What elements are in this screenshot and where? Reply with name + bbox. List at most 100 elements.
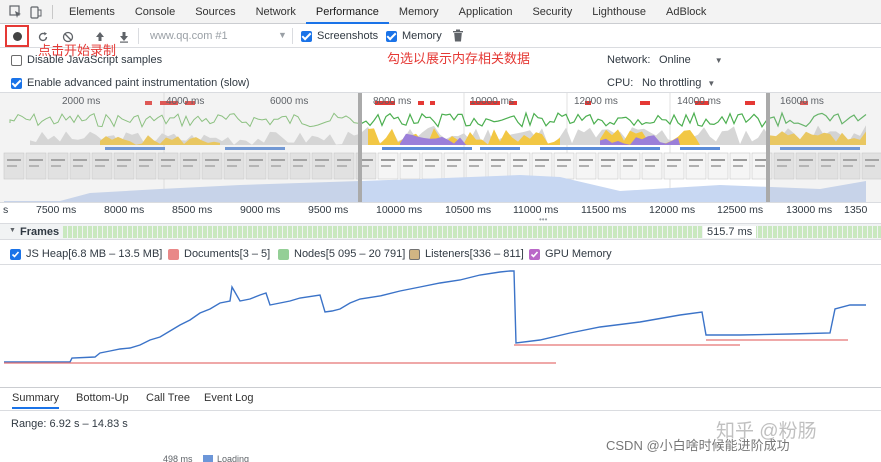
- recording-dropdown-icon[interactable]: ▼: [278, 30, 287, 40]
- frame-bar: [378, 226, 382, 238]
- tab-security[interactable]: Security: [522, 0, 582, 24]
- screenshot-thumbnail-content: [733, 165, 743, 167]
- memory-chart[interactable]: [0, 265, 881, 375]
- frame-bar: [633, 226, 637, 238]
- tab-performance[interactable]: Performance: [305, 0, 389, 24]
- tab-elements[interactable]: Elements: [59, 0, 125, 24]
- frame-bar: [268, 226, 272, 238]
- garbage-collect-icon[interactable]: [453, 29, 463, 45]
- legend-item[interactable]: Nodes[5 095 – 20 791]: [278, 248, 405, 260]
- devtools-tab-bar: Elements Console Sources Network Performance…: [0, 0, 881, 24]
- timeline-tick-label: 10000 ms: [376, 204, 423, 216]
- frame-bar: [513, 226, 517, 238]
- frame-bar: [643, 226, 647, 238]
- summary-legend-label: Loading: [217, 454, 250, 462]
- screenshots-checkbox[interactable]: Screenshots: [301, 30, 378, 42]
- tab-console[interactable]: Console: [125, 0, 185, 24]
- frame-bar: [273, 226, 277, 238]
- frame-bar: [313, 226, 317, 238]
- legend-item[interactable]: JS Heap[6.8 MB – 13.5 MB]: [10, 248, 162, 260]
- device-toolbar-icon[interactable]: [26, 2, 46, 22]
- advanced-paint-checkbox[interactable]: Enable advanced paint instrumentation (s…: [11, 77, 250, 89]
- cpu-throttle-select[interactable]: No throttling ▼: [642, 77, 715, 89]
- frame-bar: [203, 226, 207, 238]
- frame-bar: [638, 226, 642, 238]
- tab-adblock[interactable]: AdBlock: [656, 0, 716, 24]
- tab-call-tree[interactable]: Call Tree: [146, 392, 190, 404]
- frame-bar: [353, 226, 357, 238]
- tab-sources[interactable]: Sources: [185, 0, 245, 24]
- disable-js-samples-checkbox[interactable]: Disable JavaScript samples: [11, 54, 162, 66]
- frame-bar: [598, 226, 602, 238]
- timeline-overview[interactable]: [0, 93, 881, 203]
- screenshot-thumbnail-content: [755, 165, 765, 167]
- timeline-tick-label: 1350: [844, 204, 868, 216]
- frame-bar: [843, 226, 847, 238]
- frame-duration: 515.7 ms: [703, 226, 757, 238]
- long-task-marker: [418, 101, 424, 105]
- ruler-divider: [0, 202, 881, 203]
- frame-bar: [583, 226, 587, 238]
- legend-label: Documents[3 – 5]: [184, 248, 271, 260]
- frame-bar: [338, 226, 342, 238]
- frame-bar: [188, 226, 192, 238]
- frame-bar: [813, 226, 817, 238]
- frame-bar: [698, 226, 702, 238]
- expand-triangle-icon[interactable]: ▼: [9, 227, 16, 234]
- inspect-element-icon[interactable]: [6, 2, 26, 22]
- frame-bar: [323, 226, 327, 238]
- frame-bar: [193, 226, 197, 238]
- frame-bar: [78, 226, 82, 238]
- frame-bar: [333, 226, 337, 238]
- legend-item[interactable]: GPU Memory: [529, 248, 612, 260]
- frame-bar: [398, 226, 402, 238]
- memory-checkbox[interactable]: Memory: [386, 30, 442, 42]
- frame-bar: [503, 226, 507, 238]
- tab-event-log[interactable]: Event Log: [204, 392, 254, 404]
- screenshot-thumbnail-content: [469, 165, 479, 167]
- frame-bar: [478, 226, 482, 238]
- frame-bar: [608, 226, 612, 238]
- frame-bar: [388, 226, 392, 238]
- screenshot-thumbnail-content: [535, 159, 549, 161]
- frame-bar: [783, 226, 787, 238]
- frame-bar: [253, 226, 257, 238]
- frame-bar: [223, 226, 227, 238]
- tab-memory[interactable]: Memory: [389, 0, 449, 24]
- frame-bar: [668, 226, 672, 238]
- frame-bar: [308, 226, 312, 238]
- record-button[interactable]: [5, 25, 29, 47]
- tab-network[interactable]: Network: [246, 0, 306, 24]
- frame-bar: [763, 226, 767, 238]
- network-throttle-select[interactable]: Online ▼: [659, 54, 723, 66]
- frame-bar: [613, 226, 617, 238]
- recording-select[interactable]: www.qq.com #1: [150, 30, 228, 42]
- frame-bar: [348, 226, 352, 238]
- tab-summary[interactable]: Summary: [12, 392, 60, 409]
- tab-application[interactable]: Application: [449, 0, 523, 24]
- frame-bar: [673, 226, 677, 238]
- memory-annotation: 勾选以展示内存相关数据: [387, 51, 531, 66]
- timeline-tick-label: 8000 ms: [104, 204, 145, 216]
- frame-bar: [318, 226, 322, 238]
- timeline-tick-label: 8500 ms: [172, 204, 213, 216]
- record-icon: [13, 32, 22, 41]
- frame-bar: [438, 226, 442, 238]
- legend-item[interactable]: Listeners[336 – 811]: [409, 248, 524, 260]
- range-text: Range: 6.92 s – 14.83 s: [11, 418, 128, 430]
- tab-lighthouse[interactable]: Lighthouse: [582, 0, 656, 24]
- frame-bar: [408, 226, 412, 238]
- timeline-tick-label: 11000 ms: [513, 204, 559, 216]
- frame-bar: [108, 226, 112, 238]
- tab-bottom-up[interactable]: Bottom-Up: [76, 392, 129, 404]
- overview-tick-label: 8000 ms: [373, 96, 412, 107]
- cpu-label: CPU:: [607, 77, 634, 89]
- screenshot-thumbnail-content: [711, 165, 721, 167]
- frames-track[interactable]: ▼ Frames 515.7 ms: [0, 223, 881, 240]
- frame-bar: [208, 226, 212, 238]
- legend-item[interactable]: Documents[3 – 5]: [168, 248, 270, 260]
- screenshot-thumbnail-content: [557, 165, 567, 167]
- frame-bar: [623, 226, 627, 238]
- chevron-down-icon: ▼: [707, 78, 716, 88]
- download-icon[interactable]: [118, 30, 130, 46]
